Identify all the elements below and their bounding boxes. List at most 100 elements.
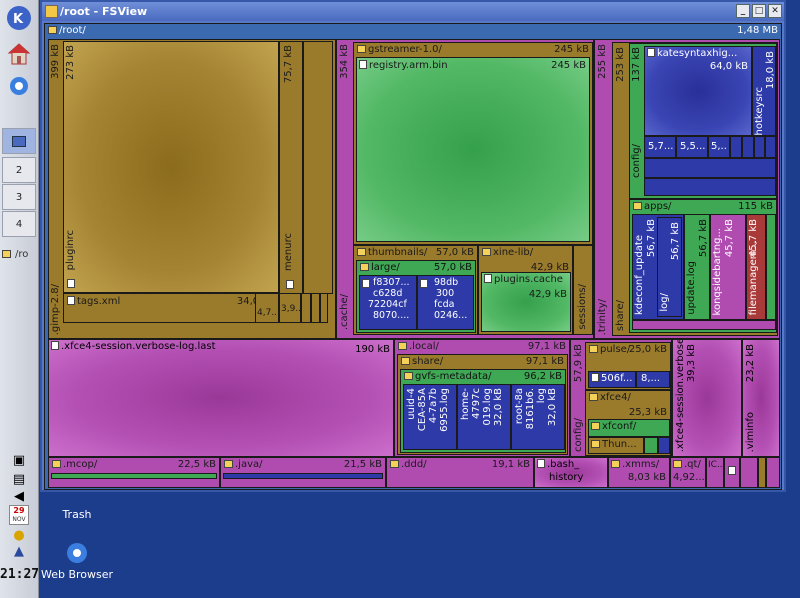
dir-config[interactable]: config/ 137 kB katesyntaxhig... 64,0 kB … (629, 43, 777, 199)
dir-xmms[interactable]: .xmms/ 8,03 kB (608, 457, 670, 488)
dir-xfce4[interactable]: xfce4/ 25,3 kB xfconf/ Thun... (585, 390, 671, 456)
dir-pulse[interactable]: pulse/25,0 kB 506f... 8,... (585, 342, 671, 390)
file-khotkeys[interactable]: khotkeysrc 18,0 kB (752, 46, 776, 136)
dir-konqsidebar[interactable]: konqsidebartng... 45,7 kB (710, 214, 746, 320)
file-tagsxml[interactable]: tags.xml 34,0 kB (63, 293, 279, 323)
ddd-name: .ddd/ (401, 459, 427, 470)
home-line2: 4797c (471, 388, 482, 419)
file-gimp-small5[interactable] (320, 293, 328, 323)
dir-xinelib[interactable]: xine-lib/ 42,9 kB plugins.cache 42,9 kB (478, 245, 573, 335)
dir-java[interactable]: .java/21,5 kB (220, 457, 386, 488)
dir-gvfs[interactable]: gvfs-metadata/96,2 kB uuid-4 CEA-85A 4-7… (400, 369, 566, 453)
speaker-icon[interactable]: ◀ (9, 488, 29, 505)
file-icon (420, 279, 428, 288)
file-registry[interactable]: registry.arm.bin 245 kB (356, 57, 590, 242)
pager-desktop-1[interactable] (2, 128, 36, 154)
lightbulb-icon[interactable]: ● (9, 527, 29, 544)
file-viminfo[interactable]: .viminfo 23,2 kB (742, 339, 780, 457)
dir-kdeconf[interactable]: kdeconf_update 56,7 kB log/ 56,7 kB (632, 214, 684, 320)
file-config-small4[interactable] (730, 136, 742, 158)
file-home[interactable]: home- 4797c 019.log 32,0 kB (457, 384, 511, 450)
dir-cache[interactable]: .cache/ 354 kB gstreamer-1.0/245 kB regi… (336, 39, 594, 339)
file-gimp-small6[interactable] (303, 41, 333, 294)
file-gimp-small2[interactable]: 3,9... (279, 293, 301, 323)
treemap-view[interactable]: /root/1,48 MB .gimp-2.8/ 399 kB pluginrc… (44, 23, 782, 490)
dir-ddd[interactable]: .ddd/19,1 kB (386, 457, 534, 488)
file-katesyntax[interactable]: katesyntaxhig... 64,0 kB (644, 46, 752, 136)
log-size: 56,7 kB (670, 222, 681, 261)
dir-share1[interactable]: share/ 253 kB config/ 137 kB katesyntaxh… (612, 42, 778, 336)
dir-thun[interactable]: Thun... (588, 437, 644, 454)
dir-apps-small2[interactable] (632, 320, 776, 330)
file-uuid[interactable]: uuid-4 CEA-85A 4-7a7b 6955.log (403, 384, 457, 450)
dir-large[interactable]: large/57,0 kB f8307... c628d 72204cf 807… (356, 260, 476, 333)
dir-config2[interactable]: config/ 57,9 kB pulse/25,0 kB 506f... 8,… (570, 339, 672, 457)
file-config-small3[interactable]: 5,.. (708, 136, 730, 158)
file-thumb1[interactable]: f8307... c628d 72204cf 8070.... (359, 275, 417, 330)
desktop-web-browser[interactable]: Web Browser (32, 540, 122, 581)
minimize-button[interactable]: _ (736, 4, 750, 18)
dir-sessions[interactable]: sessions/ (573, 245, 593, 335)
file-config-small5[interactable] (742, 136, 754, 158)
home-button[interactable] (4, 40, 34, 68)
file-thumb2[interactable]: 98db 300 fcda 0246... (417, 275, 474, 330)
user-icon[interactable]: ▲ (9, 543, 29, 560)
file-gimp-small4[interactable] (311, 293, 320, 323)
dir-apps-small[interactable] (766, 214, 776, 320)
maximize-button[interactable]: □ (752, 4, 766, 18)
dir-xfce4-small2[interactable] (658, 437, 670, 454)
file-menurc[interactable]: menurc 75,7 kB (279, 41, 303, 294)
file-xfce-log[interactable]: .xfce4-session.verbose-log.last 190 kB (48, 339, 394, 457)
file-pulse-small2[interactable]: 8,... (636, 371, 670, 388)
monitor-icon[interactable]: ▣ (9, 452, 29, 469)
pager-desktop-2[interactable]: 2 (2, 157, 36, 183)
dir-gstreamer[interactable]: gstreamer-1.0/245 kB registry.arm.bin 24… (353, 42, 593, 245)
file-gimp-small1[interactable]: 4,7... (255, 293, 279, 323)
updatelog-name: update.log (686, 261, 697, 315)
dir-mcop-child[interactable] (51, 473, 217, 479)
file-pluginscache[interactable]: plugins.cache 42,9 kB (481, 272, 571, 332)
file-small-bottom2[interactable] (740, 457, 758, 488)
close-button[interactable]: ✕ (768, 4, 782, 18)
pager-desktop-3[interactable]: 3 (2, 184, 36, 210)
dir-filemanag[interactable]: filemanagem... 45,7 kB (746, 214, 766, 320)
file-xfce-verbose[interactable]: .xfce4-session.verbose-log 39,3 kB (672, 339, 742, 457)
dir-trinity[interactable]: .trinity/ 255 kB share/ 253 kB config/ 1… (594, 39, 780, 339)
file-rootlog[interactable]: root-8a 8161b6. log 32,0 kB (511, 384, 565, 450)
dir-xfconf[interactable]: xfconf/ (588, 419, 670, 437)
katesyntax-size: 64,0 kB (709, 61, 748, 72)
file-config-small2[interactable]: 5,5... (676, 136, 708, 158)
app-icon[interactable] (45, 5, 58, 18)
dir-apps[interactable]: apps/115 kB kdeconf_update 56,7 kB log/ … (629, 199, 777, 333)
file-small-bottom3[interactable] (758, 457, 766, 488)
file-config-small9[interactable] (644, 178, 776, 196)
file-config-small8[interactable] (644, 158, 776, 178)
dir-xfce4-small1[interactable] (644, 437, 658, 454)
file-pluginrc[interactable]: pluginrc 273 kB (63, 41, 279, 293)
calendar-icon[interactable]: 29 NOV (9, 505, 29, 525)
dir-ic[interactable]: IC... (706, 457, 724, 488)
kde-menu-button[interactable]: K (4, 4, 34, 32)
clipboard-icon[interactable]: ▤ (9, 471, 29, 488)
pager-desktop-4[interactable]: 4 (2, 211, 36, 237)
dir-local[interactable]: .local/97,1 kB share/97,1 kB gvfs-metada… (394, 339, 570, 457)
file-config-small1[interactable]: 5,7... (644, 136, 676, 158)
dir-qt[interactable]: .qt/ 4,92... (670, 457, 706, 488)
file-bash-history[interactable]: .bash_ history (534, 457, 608, 488)
taskbar-item-fsview[interactable]: /ro (0, 244, 38, 264)
file-small-bottom1[interactable] (724, 457, 740, 488)
dir-java-child[interactable] (223, 473, 383, 479)
window-titlebar[interactable]: /root - FSView _ □ ✕ (42, 2, 784, 21)
dir-share2[interactable]: share/97,1 kB gvfs-metadata/96,2 kB uuid… (397, 354, 568, 455)
file-gimp-small3[interactable] (301, 293, 311, 323)
file-updatelog[interactable]: update.log 56,7 kB (684, 214, 710, 320)
dir-log[interactable]: log/ 56,7 kB (657, 217, 682, 317)
file-pulse-small1[interactable]: 506f... (588, 371, 636, 388)
file-config-small7[interactable] (765, 136, 776, 158)
dir-mcop[interactable]: .mcop/22,5 kB (48, 457, 220, 488)
browser-button[interactable] (4, 72, 34, 100)
file-config-small6[interactable] (754, 136, 765, 158)
dir-gimp[interactable]: .gimp-2.8/ 399 kB pluginrc 273 kB tags.x… (48, 39, 336, 339)
file-small-bottom4[interactable] (766, 457, 780, 488)
dir-thumbnails[interactable]: thumbnails/57,0 kB large/57,0 kB f8307..… (353, 245, 478, 335)
